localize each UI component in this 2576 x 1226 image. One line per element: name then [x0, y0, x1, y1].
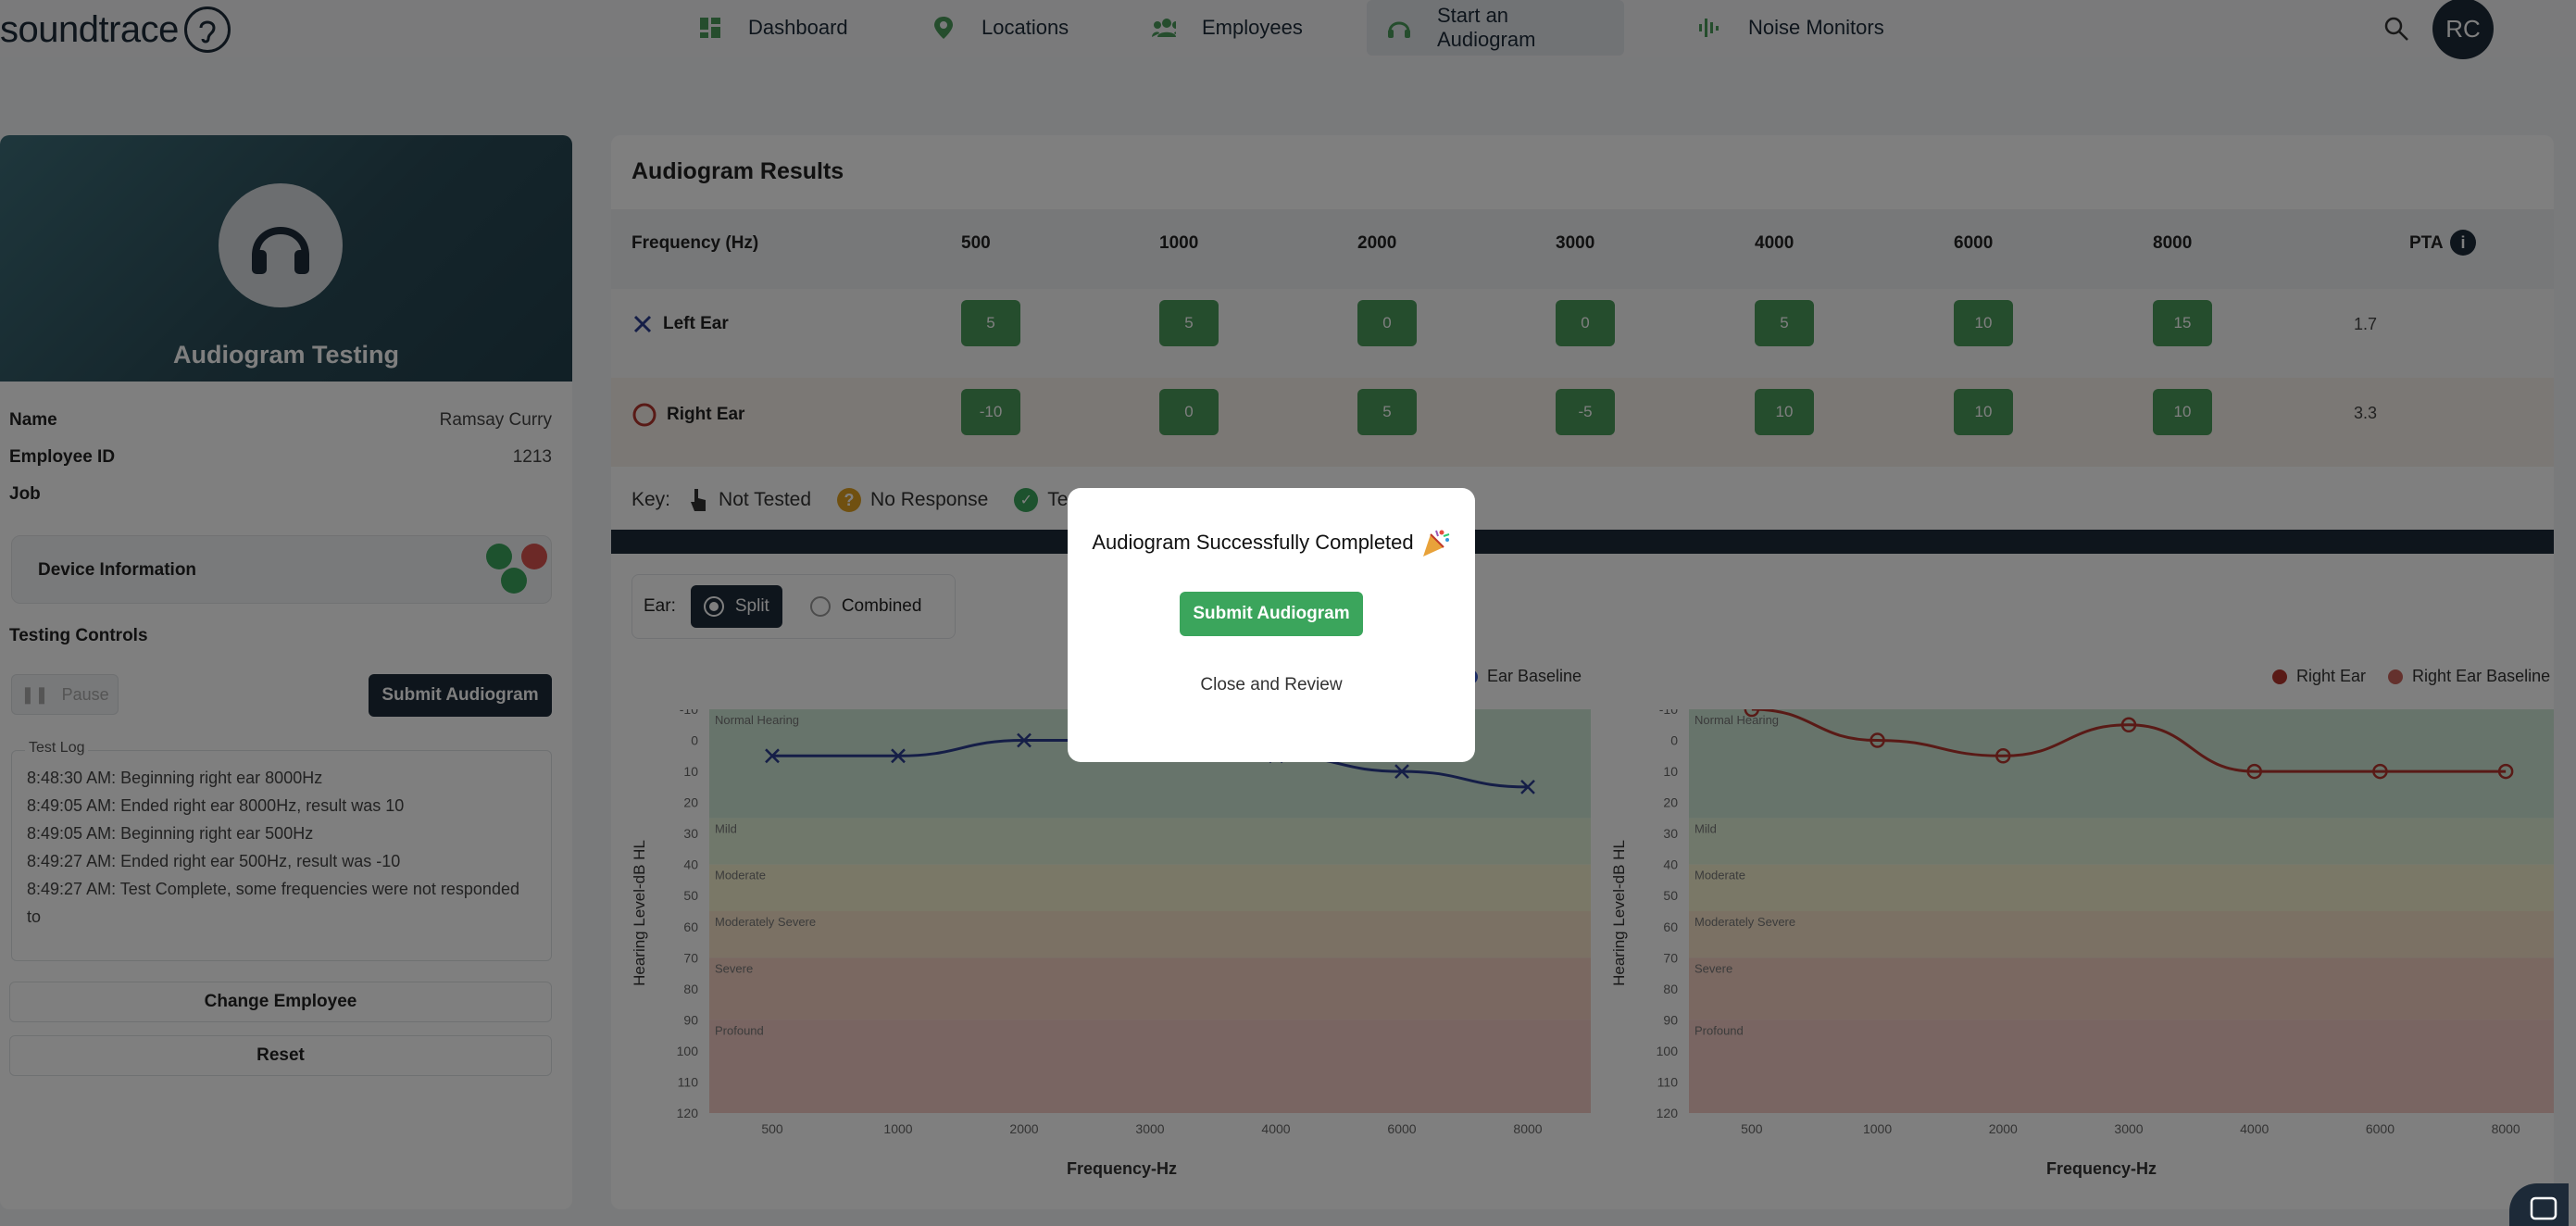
chat-icon [2530, 1196, 2557, 1220]
chat-widget-button[interactable] [2509, 1183, 2569, 1226]
party-popper-icon [1422, 530, 1449, 557]
modal-submit-audiogram-button[interactable]: Submit Audiogram [1180, 592, 1363, 636]
modal-title: Audiogram Successfully Completed [1068, 527, 1475, 558]
close-and-review-link[interactable]: Close and Review [1068, 675, 1475, 695]
completion-modal: Audiogram Successfully Completed Submit … [1068, 488, 1475, 762]
